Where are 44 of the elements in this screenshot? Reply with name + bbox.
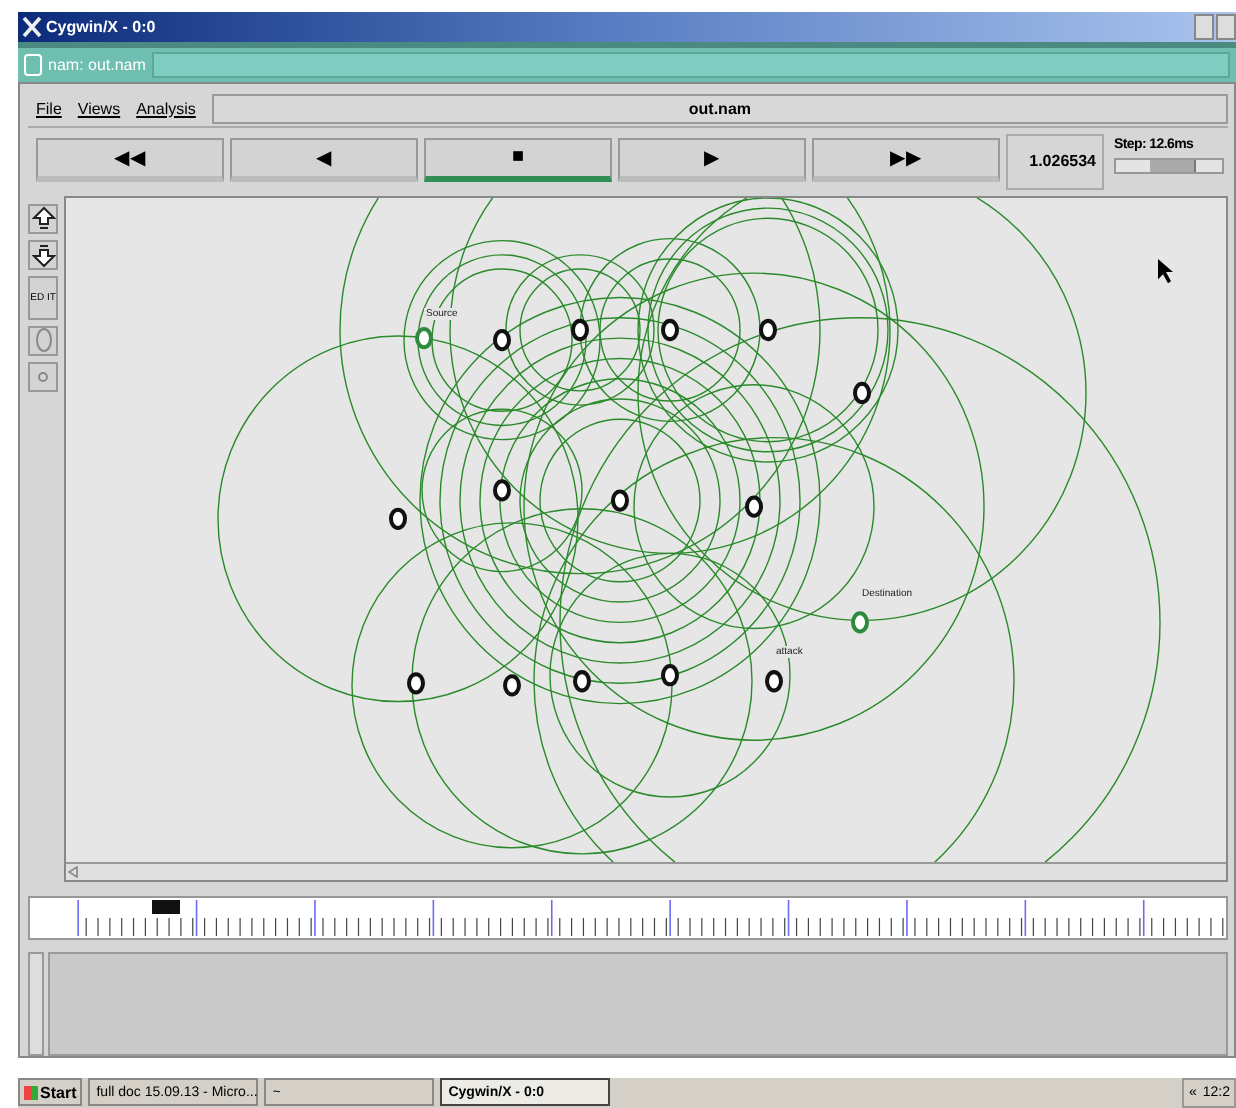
network-node[interactable]: [407, 671, 425, 694]
x-logo-icon: [22, 16, 42, 39]
network-node[interactable]: [493, 478, 511, 501]
playback-button[interactable]: ◀◀: [36, 137, 224, 182]
start-button[interactable]: Start: [18, 1078, 83, 1107]
menu-item[interactable]: File: [36, 99, 62, 118]
network-node[interactable]: [415, 326, 433, 349]
network-node[interactable]: [759, 318, 777, 341]
window-title: Cygwin/X - 0:0: [46, 18, 156, 37]
arrow-down-icon: [31, 241, 55, 268]
playback-button[interactable]: ▶▶: [812, 137, 1000, 182]
zoom-out-button[interactable]: [28, 239, 58, 270]
time-readout: 1.026534: [1006, 133, 1104, 190]
mouse-pointer-icon: [1158, 258, 1173, 283]
network-node[interactable]: [611, 488, 629, 512]
windows-flag-icon: [24, 1085, 38, 1100]
arrow-up-icon: [31, 205, 55, 232]
network-node[interactable]: [851, 610, 869, 633]
menu-item[interactable]: Analysis: [136, 99, 196, 118]
network-node[interactable]: [765, 669, 783, 692]
vertical-scrollbar[interactable]: [28, 951, 44, 1056]
network-node[interactable]: [571, 318, 589, 341]
minimize-button[interactable]: [1194, 14, 1214, 41]
network-node[interactable]: [389, 507, 407, 530]
maximize-button[interactable]: [1216, 14, 1236, 41]
network-node[interactable]: [493, 328, 511, 351]
menu-item[interactable]: Views: [77, 99, 121, 118]
network-node[interactable]: [853, 381, 871, 404]
time-marker[interactable]: [152, 899, 180, 914]
app-title: nam: out.nam: [48, 56, 146, 74]
step-slider[interactable]: [1114, 157, 1224, 174]
small-circle-icon: [38, 371, 48, 382]
playback-button[interactable]: ■: [424, 137, 612, 182]
timeline-ruler[interactable]: [28, 895, 1228, 940]
playback-button[interactable]: ▶: [618, 137, 806, 182]
file-name-field: out.nam: [211, 93, 1228, 124]
network-node[interactable]: [661, 318, 679, 341]
oval-icon: [35, 328, 51, 353]
playback-button[interactable]: ◀: [230, 137, 418, 182]
network-node[interactable]: [573, 669, 591, 692]
network-node[interactable]: [661, 663, 679, 686]
network-node[interactable]: [745, 494, 763, 518]
zoom-in-button[interactable]: [28, 203, 58, 234]
network-node[interactable]: [503, 673, 521, 696]
